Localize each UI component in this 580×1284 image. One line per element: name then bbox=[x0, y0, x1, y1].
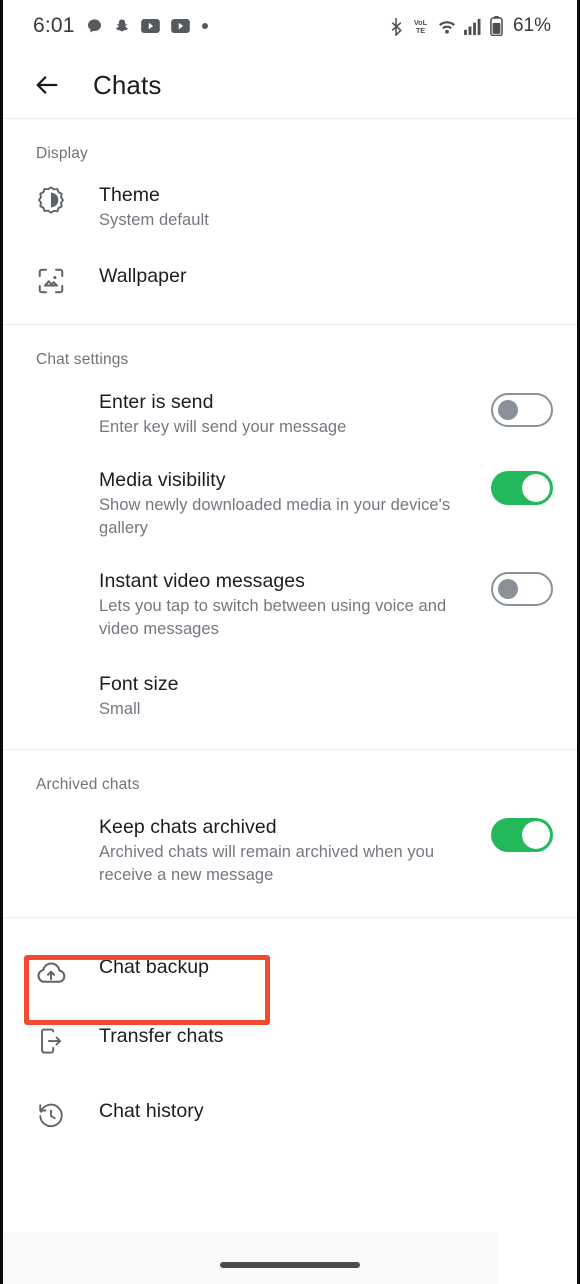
brightness-theme-icon bbox=[36, 185, 66, 215]
cloud-upload-icon bbox=[35, 957, 67, 989]
row-transfer-chats[interactable]: Transfer chats bbox=[3, 1007, 577, 1072]
row-trailing bbox=[491, 467, 553, 505]
phone-screen: 6:01 VoL TE 61% Chats Display Theme Syst… bbox=[0, 0, 580, 1284]
section-display: Display Theme System default Wallpaper bbox=[3, 119, 577, 324]
bluetooth-icon bbox=[389, 17, 404, 36]
row-body: Media visibility Show newly downloaded m… bbox=[99, 467, 491, 540]
row-trailing bbox=[491, 814, 553, 852]
row-body: Chat backup bbox=[99, 954, 553, 980]
section-archived-chats: Archived chats Keep chats archived Archi… bbox=[3, 750, 577, 917]
row-body: Chat history bbox=[99, 1098, 553, 1124]
row-icon-slot-empty bbox=[3, 814, 99, 817]
dot-icon bbox=[201, 22, 209, 30]
row-theme[interactable]: Theme System default bbox=[3, 169, 577, 245]
wallpaper-image-icon bbox=[36, 266, 66, 296]
battery-percent-label: 61% bbox=[512, 15, 551, 36]
toggle-keep-chats-archived[interactable] bbox=[491, 818, 553, 852]
toggle-instant-video-messages[interactable] bbox=[491, 572, 553, 606]
row-body: Transfer chats bbox=[99, 1023, 553, 1049]
row-subtitle: Show newly downloaded media in your devi… bbox=[99, 496, 451, 537]
snapchat-icon bbox=[114, 18, 130, 35]
section-chat-settings: Chat settings Enter is send Enter key wi… bbox=[3, 325, 577, 749]
row-title: Keep chats archived bbox=[99, 816, 277, 838]
app-bar: Chats bbox=[3, 52, 577, 118]
row-trailing bbox=[491, 568, 553, 606]
row-title: Wallpaper bbox=[99, 265, 187, 287]
row-icon-slot bbox=[3, 954, 99, 989]
row-media-visibility[interactable]: Media visibility Show newly downloaded m… bbox=[3, 453, 577, 554]
row-subtitle: Enter key will send your message bbox=[99, 418, 347, 436]
row-font-size[interactable]: Font size Small bbox=[3, 655, 577, 743]
row-icon-slot bbox=[3, 1098, 99, 1131]
row-icon-slot bbox=[3, 182, 99, 215]
row-icon-slot bbox=[3, 1023, 99, 1056]
phone-transfer-icon bbox=[36, 1026, 66, 1056]
wifi-icon bbox=[437, 18, 457, 35]
cellular-signal-icon bbox=[464, 18, 483, 35]
toggle-knob bbox=[498, 400, 518, 420]
section-label-display: Display bbox=[36, 145, 88, 162]
clock-history-icon bbox=[36, 1101, 66, 1131]
row-title: Transfer chats bbox=[99, 1025, 224, 1047]
row-body: Instant video messages Lets you tap to s… bbox=[99, 568, 491, 641]
row-title: Enter is send bbox=[99, 391, 214, 413]
row-title: Font size bbox=[99, 673, 179, 695]
row-trailing bbox=[491, 389, 553, 427]
row-wallpaper[interactable]: Wallpaper bbox=[3, 245, 577, 318]
row-instant-video-messages[interactable]: Instant video messages Lets you tap to s… bbox=[3, 554, 577, 655]
settings-content: Display Theme System default Wallpaper C… bbox=[3, 119, 577, 1163]
row-icon-slot-empty bbox=[3, 389, 99, 392]
row-keep-chats-archived[interactable]: Keep chats archived Archived chats will … bbox=[3, 800, 577, 911]
svg-text:TE: TE bbox=[416, 26, 425, 35]
row-icon-slot-empty bbox=[3, 467, 99, 470]
navbar-right-pad bbox=[499, 1232, 577, 1284]
row-title: Chat backup bbox=[99, 956, 210, 978]
row-enter-is-send[interactable]: Enter is send Enter key will send your m… bbox=[3, 375, 577, 453]
back-button[interactable] bbox=[25, 63, 69, 107]
row-body: Keep chats archived Archived chats will … bbox=[99, 814, 491, 887]
page-title: Chats bbox=[93, 69, 162, 100]
row-body: Font size Small bbox=[99, 671, 553, 721]
row-icon-slot-empty bbox=[3, 568, 99, 571]
volte-icon: VoL TE bbox=[411, 17, 430, 35]
section-backup: Chat backup Transfer chats Chat history bbox=[3, 918, 577, 1163]
toggle-knob bbox=[522, 474, 550, 502]
status-bar-clock: 6:01 bbox=[33, 14, 75, 37]
row-title: Media visibility bbox=[99, 469, 226, 491]
battery-icon bbox=[490, 16, 503, 36]
section-label-archived-chats: Archived chats bbox=[36, 776, 140, 793]
chat-bubble-icon bbox=[86, 18, 103, 35]
row-body: Enter is send Enter key will send your m… bbox=[99, 389, 491, 439]
status-bar: 6:01 VoL TE 61% bbox=[3, 0, 577, 52]
row-subtitle: System default bbox=[99, 211, 209, 229]
toggle-media-visibility[interactable] bbox=[491, 471, 553, 505]
youtube-icon bbox=[140, 19, 160, 33]
section-label-chat-settings: Chat settings bbox=[36, 351, 129, 368]
toggle-knob bbox=[498, 579, 518, 599]
row-icon-slot-empty bbox=[3, 671, 99, 674]
row-body: Theme System default bbox=[99, 182, 553, 232]
system-navigation-bar bbox=[3, 1232, 577, 1284]
row-icon-slot bbox=[3, 263, 99, 296]
youtube-icon bbox=[170, 19, 190, 33]
status-bar-right: VoL TE 61% bbox=[389, 15, 551, 37]
status-bar-left: 6:01 bbox=[33, 14, 389, 38]
home-pill-indicator[interactable] bbox=[220, 1262, 360, 1268]
row-subtitle: Archived chats will remain archived when… bbox=[99, 843, 435, 884]
toggle-knob bbox=[522, 821, 550, 849]
row-title: Chat history bbox=[99, 1100, 204, 1122]
row-chat-backup[interactable]: Chat backup bbox=[3, 936, 577, 1007]
row-title: Theme bbox=[99, 184, 160, 206]
row-subtitle: Lets you tap to switch between using voi… bbox=[99, 597, 447, 638]
row-subtitle: Small bbox=[99, 700, 141, 718]
arrow-left-icon bbox=[33, 71, 61, 99]
toggle-enter-is-send[interactable] bbox=[491, 393, 553, 427]
row-title: Instant video messages bbox=[99, 570, 305, 592]
row-chat-history[interactable]: Chat history bbox=[3, 1072, 577, 1157]
row-body: Wallpaper bbox=[99, 263, 553, 289]
